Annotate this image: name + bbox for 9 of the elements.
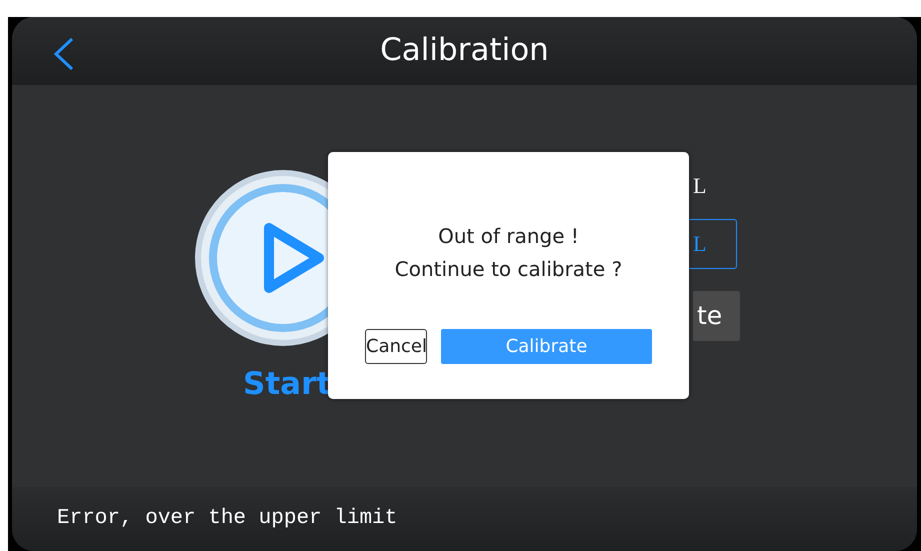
dialog-message: Continue to calibrate ? [394,256,622,283]
dialog-message: Out of range ! [438,223,579,250]
back-icon[interactable] [52,37,76,71]
cancel-button[interactable]: Cancel [365,329,427,364]
status-message: Error, over the upper limit [57,506,398,532]
screen-title: Calibration [380,32,549,70]
start-label: Start [243,365,332,404]
unit-label: L [693,172,706,200]
action-button[interactable]: te [693,291,740,341]
